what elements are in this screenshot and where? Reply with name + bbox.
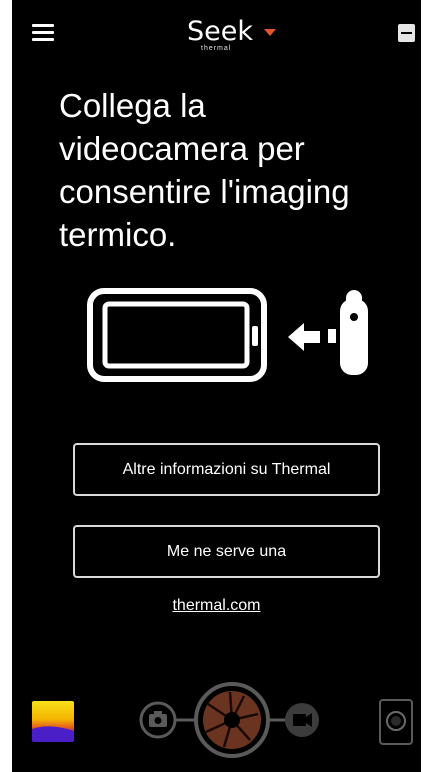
brand-logo-dropdown[interactable]: Seek thermal — [187, 16, 287, 56]
app-screen: Seek thermal Collega la videocamera per … — [12, 0, 421, 772]
gallery-icon[interactable] — [379, 699, 413, 745]
color-palette-icon[interactable] — [32, 701, 74, 742]
more-info-button[interactable]: Altre informazioni su Thermal — [73, 443, 380, 496]
video-camera-icon[interactable] — [285, 703, 319, 737]
camera-mode-strip — [139, 682, 319, 758]
dropdown-caret-icon — [264, 29, 276, 36]
hamburger-menu-icon[interactable] — [32, 24, 54, 42]
thermal-website-link[interactable]: thermal.com — [12, 597, 421, 615]
photo-camera-icon[interactable] — [139, 701, 177, 739]
need-one-button[interactable]: Me ne serve una — [73, 525, 380, 578]
minimize-icon[interactable] — [398, 24, 415, 42]
shutter-aperture-icon[interactable] — [194, 682, 270, 758]
connect-camera-message: Collega la videocamera per consentire l'… — [59, 87, 350, 253]
phone-connect-camera-icon — [87, 288, 368, 382]
brand-subtitle: thermal — [201, 45, 232, 52]
brand-name: Seek — [187, 16, 253, 47]
